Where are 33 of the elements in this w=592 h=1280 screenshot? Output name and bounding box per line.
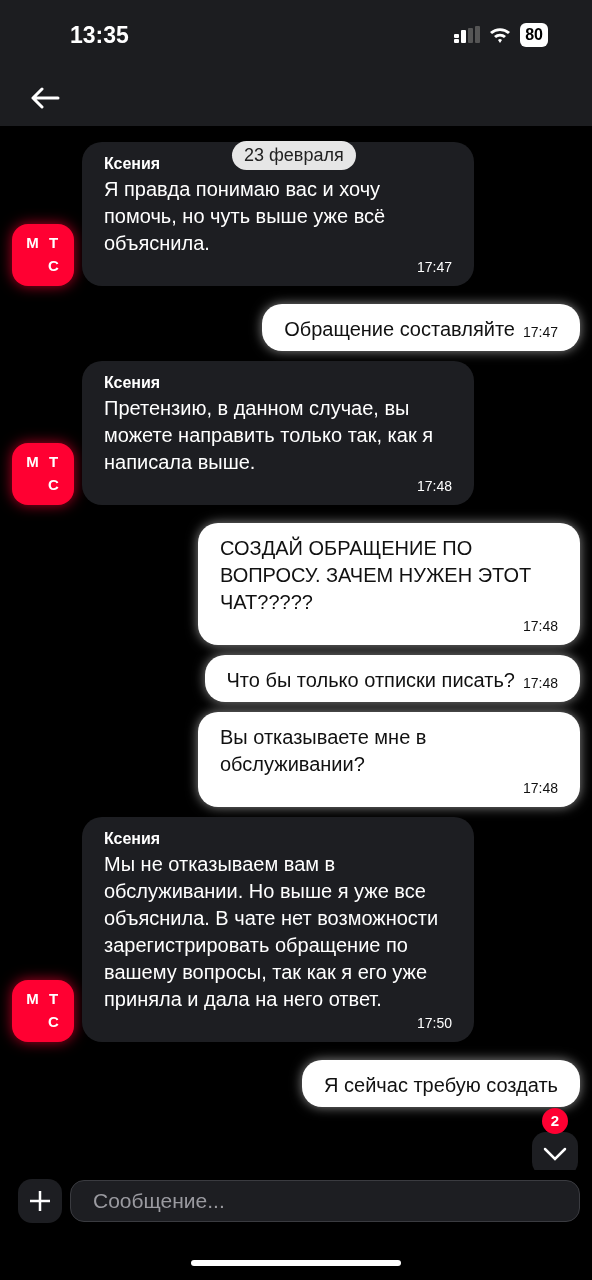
signal-icon: [454, 26, 481, 44]
date-chip: 23 февраля: [232, 141, 356, 170]
wifi-icon: [488, 26, 513, 44]
message-field[interactable]: Сообщение...: [70, 1180, 580, 1222]
avatar-logo: М Т С: [12, 443, 74, 505]
message-text: Я правда понимаю вас и хочу помочь, но чуть выше уже всё объяснила.: [104, 177, 387, 256]
plus-icon: [29, 1190, 51, 1212]
message-time: 17:50: [416, 1014, 452, 1033]
sender-name: Ксения: [104, 829, 161, 849]
message-time: 17:48: [522, 674, 558, 693]
avatar-logo: М Т С: [12, 224, 74, 286]
message-text: Что бы только отписки писать?: [226, 668, 515, 693]
scroll-down-button[interactable]: [532, 1132, 578, 1170]
message-text: Я сейчас требую создать: [324, 1073, 558, 1098]
sender-name: Ксения: [104, 373, 161, 393]
attach-button[interactable]: [18, 1179, 62, 1223]
status-time: 13:35: [70, 20, 129, 50]
message-text: СОЗДАЙ ОБРАЩЕНИЕ ПО ВОПРОСУ. ЗАЧЕМ НУЖЕН ЭТОТ ЧАТ?????: [220, 535, 533, 615]
message-time: 17:47: [522, 323, 558, 342]
message-time: 17:48: [522, 617, 558, 636]
unread-badge: 2: [542, 1108, 568, 1134]
chevron-down-icon: [543, 1147, 567, 1161]
message-text: Мы не отказываем вам в обслуживании. Но выше я уже все объяснила. В чате нет возможности зарегистрировать обращение по вашему вопросы, так как я его уже приняла и дала на него ответ.: [104, 852, 440, 1012]
back-arrow-icon[interactable]: [30, 87, 60, 109]
message-text: Обращение составляйте: [284, 317, 515, 342]
message-text: Вы отказываете мне в обслуживании?: [220, 725, 428, 777]
avatar-logo: М Т С: [12, 980, 74, 1042]
message-time: 17:47: [416, 258, 452, 277]
sender-name: Ксения: [104, 154, 161, 174]
message-text: Претензию, в данном случае, вы можете направить только так, как я написала выше.: [104, 396, 434, 475]
battery-level: 80: [520, 23, 548, 47]
message-time: 17:48: [522, 779, 558, 798]
message-time: 17:48: [416, 477, 452, 496]
